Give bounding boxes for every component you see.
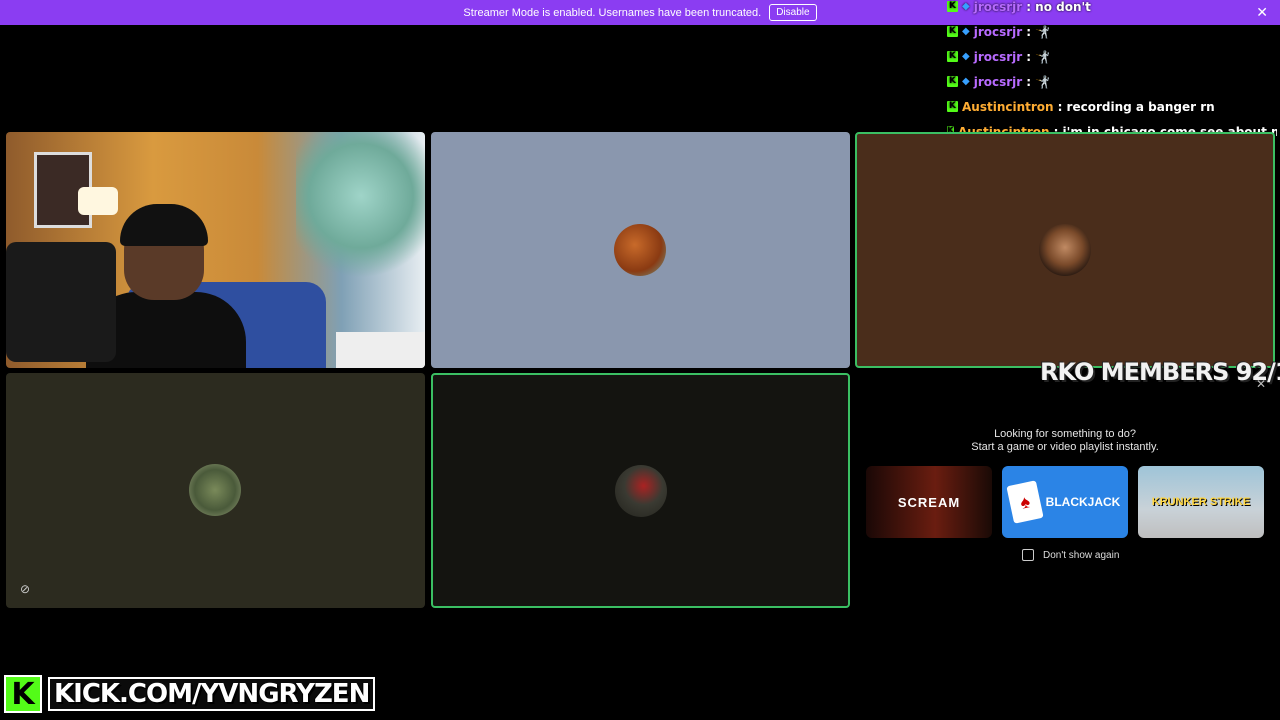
game-title: SCREAM [897,494,961,510]
avatar [614,224,666,276]
kick-url: KICK.COM/YVNGRYZEN [48,677,376,711]
avatar [1039,224,1091,276]
activity-thumbnails: SCREAM ♠ BLACKJACK KRUNKER STRIKE [866,466,1266,538]
person-beanie [120,204,208,246]
kick-badge-icon: K [947,1,958,12]
game-title: KRUNKER STRIKE [1151,496,1251,508]
chat-text: : 🤺 [1026,49,1051,64]
chat-text: : 🤺 [1026,74,1051,89]
close-icon[interactable]: ✕ [1256,377,1266,391]
mic-muted-icon: ⊘ [20,582,31,596]
kick-logo-icon: K [4,675,42,713]
plant [296,132,425,292]
dont-show-again[interactable]: Don't show again [1022,549,1119,561]
members-count: RKO MEMBERS 92/150 [1040,358,1280,386]
game-title: BLACKJACK [1045,495,1121,509]
camera-equipment [6,242,116,362]
kick-badge-icon: K [947,101,958,112]
chat-username[interactable]: jrocsrjr [974,50,1022,64]
kick-badge-icon: K [947,51,958,62]
video-tile-4[interactable]: ⊘ [6,373,425,608]
activity-line2: Start a game or video playlist instantly… [971,441,1159,453]
activity-suggestion: Looking for something to do? Start a gam… [860,428,1270,454]
chat-username[interactable]: jrocsrjr [974,25,1022,39]
chat-overlay: K ◆ jrocsrjr : no don't K ◆ jrocsrjr : 🤺 K ◆ jrocs… [947,0,1277,144]
chat-text: : 🤺 [1026,24,1051,39]
playing-card-icon: ♠ [1006,480,1044,524]
chat-text: : recording a banger rn [1057,99,1215,114]
game-thumbnail-krunker[interactable]: KRUNKER STRIKE [1138,466,1264,538]
kick-badge-icon: K [947,76,958,87]
game-thumbnail-scream[interactable]: SCREAM [866,466,992,538]
activity-line1: Looking for something to do? [994,428,1136,440]
chat-message: K ◆ jrocsrjr : no don't [947,0,1277,19]
subscriber-badge-icon: ◆ [962,76,970,87]
video-tile-camera[interactable] [6,132,425,368]
kick-badge-icon: K [947,26,958,37]
chat-message: K ◆ jrocsrjr : 🤺 [947,44,1277,69]
subscriber-badge-icon: ◆ [962,1,970,12]
chat-message: K ◆ jrocsrjr : 🤺 [947,19,1277,44]
avatar [615,465,667,517]
subscriber-badge-icon: ◆ [962,51,970,62]
streamer-mode-message: Streamer Mode is enabled. Usernames have… [463,6,762,19]
chat-username[interactable]: Austincintron [962,100,1054,114]
kick-branding: K KICK.COM/YVNGRYZEN [4,674,376,714]
lamp [78,187,118,215]
desk [336,332,425,368]
checkbox[interactable] [1022,549,1034,561]
disable-button[interactable]: Disable [769,4,817,21]
avatar [189,464,241,516]
subscriber-badge-icon: ◆ [962,26,970,37]
video-tile-2[interactable] [431,132,850,368]
chat-text: : no don't [1026,0,1091,14]
video-tile-5-speaking[interactable] [431,373,850,608]
chat-username[interactable]: jrocsrjr [974,75,1022,89]
game-thumbnail-blackjack[interactable]: ♠ BLACKJACK [1002,466,1128,538]
chat-message: K Austincintron: recording a banger rn [947,94,1277,119]
chat-username[interactable]: jrocsrjr [974,0,1022,14]
chat-message: K ◆ jrocsrjr : 🤺 [947,69,1277,94]
video-tile-3-speaking[interactable] [855,132,1275,368]
dont-show-label: Don't show again [1043,549,1120,561]
